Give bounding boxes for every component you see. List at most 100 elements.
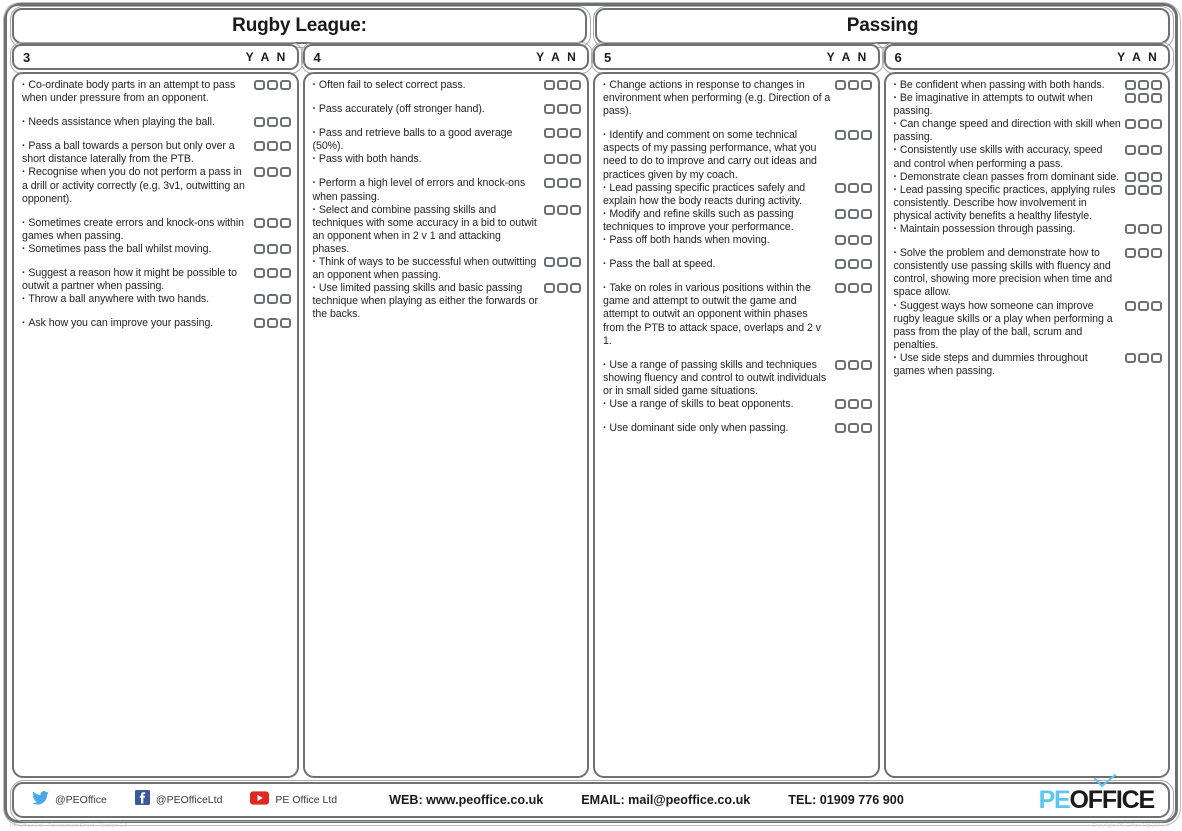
almost-checkbox[interactable] bbox=[847, 208, 859, 219]
yes-checkbox[interactable] bbox=[1125, 119, 1136, 130]
yes-checkbox[interactable] bbox=[834, 208, 846, 219]
no-checkbox[interactable] bbox=[570, 204, 581, 215]
yes-checkbox[interactable] bbox=[834, 130, 846, 141]
no-checkbox[interactable] bbox=[279, 80, 291, 90]
social-twitter[interactable]: @PEOffice bbox=[32, 790, 107, 810]
almost-checkbox[interactable] bbox=[266, 243, 278, 254]
almost-checkbox[interactable] bbox=[847, 359, 859, 370]
yes-checkbox[interactable] bbox=[834, 398, 846, 409]
no-checkbox[interactable] bbox=[860, 182, 872, 193]
no-checkbox[interactable] bbox=[860, 235, 872, 246]
almost-checkbox[interactable] bbox=[266, 217, 278, 228]
no-checkbox[interactable] bbox=[279, 294, 291, 305]
almost-checkbox[interactable] bbox=[557, 204, 568, 215]
almost-checkbox[interactable] bbox=[557, 154, 568, 165]
no-checkbox[interactable] bbox=[279, 318, 291, 329]
no-checkbox[interactable] bbox=[860, 283, 872, 294]
no-checkbox[interactable] bbox=[860, 398, 872, 409]
no-checkbox[interactable] bbox=[570, 104, 581, 115]
yes-checkbox[interactable] bbox=[834, 423, 846, 434]
no-checkbox[interactable] bbox=[860, 80, 872, 90]
no-checkbox[interactable] bbox=[570, 178, 581, 189]
almost-checkbox[interactable] bbox=[847, 182, 859, 193]
no-checkbox[interactable] bbox=[279, 167, 291, 178]
almost-checkbox[interactable] bbox=[847, 80, 859, 90]
yes-checkbox[interactable] bbox=[1125, 145, 1136, 156]
no-checkbox[interactable] bbox=[860, 259, 872, 270]
no-checkbox[interactable] bbox=[1151, 145, 1162, 156]
yes-checkbox[interactable] bbox=[834, 235, 846, 246]
no-checkbox[interactable] bbox=[1151, 80, 1162, 90]
yes-checkbox[interactable] bbox=[834, 283, 846, 294]
almost-checkbox[interactable] bbox=[847, 235, 859, 246]
yes-checkbox[interactable] bbox=[834, 80, 846, 90]
footer-web[interactable]: WEB: www.peoffice.co.uk bbox=[389, 793, 543, 807]
no-checkbox[interactable] bbox=[1151, 248, 1162, 259]
no-checkbox[interactable] bbox=[279, 268, 291, 279]
almost-checkbox[interactable] bbox=[266, 318, 278, 329]
no-checkbox[interactable] bbox=[279, 243, 291, 254]
almost-checkbox[interactable] bbox=[266, 117, 278, 128]
almost-checkbox[interactable] bbox=[847, 259, 859, 270]
no-checkbox[interactable] bbox=[1151, 184, 1162, 195]
yes-checkbox[interactable] bbox=[253, 243, 265, 254]
no-checkbox[interactable] bbox=[860, 423, 872, 434]
yes-checkbox[interactable] bbox=[253, 117, 265, 128]
no-checkbox[interactable] bbox=[1151, 300, 1162, 311]
yes-checkbox[interactable] bbox=[544, 178, 555, 189]
yes-checkbox[interactable] bbox=[834, 259, 846, 270]
almost-checkbox[interactable] bbox=[1138, 352, 1149, 363]
almost-checkbox[interactable] bbox=[847, 130, 859, 141]
yes-checkbox[interactable] bbox=[253, 268, 265, 279]
yes-checkbox[interactable] bbox=[1125, 352, 1136, 363]
almost-checkbox[interactable] bbox=[1138, 119, 1149, 130]
yes-checkbox[interactable] bbox=[1125, 224, 1136, 235]
yes-checkbox[interactable] bbox=[253, 167, 265, 178]
yes-checkbox[interactable] bbox=[1125, 80, 1136, 90]
no-checkbox[interactable] bbox=[1151, 171, 1162, 182]
almost-checkbox[interactable] bbox=[1138, 248, 1149, 259]
almost-checkbox[interactable] bbox=[266, 80, 278, 90]
yes-checkbox[interactable] bbox=[834, 182, 846, 193]
no-checkbox[interactable] bbox=[279, 117, 291, 128]
no-checkbox[interactable] bbox=[279, 217, 291, 228]
almost-checkbox[interactable] bbox=[266, 141, 278, 152]
almost-checkbox[interactable] bbox=[1138, 145, 1149, 156]
no-checkbox[interactable] bbox=[570, 283, 581, 294]
yes-checkbox[interactable] bbox=[834, 359, 846, 370]
yes-checkbox[interactable] bbox=[1125, 93, 1136, 104]
no-checkbox[interactable] bbox=[1151, 119, 1162, 130]
almost-checkbox[interactable] bbox=[557, 283, 568, 294]
no-checkbox[interactable] bbox=[570, 154, 581, 165]
yes-checkbox[interactable] bbox=[544, 283, 555, 294]
no-checkbox[interactable] bbox=[570, 128, 581, 139]
yes-checkbox[interactable] bbox=[544, 104, 555, 115]
yes-checkbox[interactable] bbox=[544, 154, 555, 165]
almost-checkbox[interactable] bbox=[1138, 224, 1149, 235]
almost-checkbox[interactable] bbox=[557, 128, 568, 139]
almost-checkbox[interactable] bbox=[847, 283, 859, 294]
no-checkbox[interactable] bbox=[570, 257, 581, 268]
almost-checkbox[interactable] bbox=[1138, 80, 1149, 90]
no-checkbox[interactable] bbox=[860, 208, 872, 219]
almost-checkbox[interactable] bbox=[1138, 300, 1149, 311]
almost-checkbox[interactable] bbox=[266, 294, 278, 305]
yes-checkbox[interactable] bbox=[1125, 184, 1136, 195]
almost-checkbox[interactable] bbox=[266, 167, 278, 178]
almost-checkbox[interactable] bbox=[266, 268, 278, 279]
yes-checkbox[interactable] bbox=[544, 257, 555, 268]
yes-checkbox[interactable] bbox=[253, 80, 265, 90]
yes-checkbox[interactable] bbox=[253, 217, 265, 228]
almost-checkbox[interactable] bbox=[847, 423, 859, 434]
yes-checkbox[interactable] bbox=[544, 204, 555, 215]
no-checkbox[interactable] bbox=[1151, 224, 1162, 235]
yes-checkbox[interactable] bbox=[1125, 300, 1136, 311]
footer-email[interactable]: EMAIL: mail@peoffice.co.uk bbox=[581, 793, 750, 807]
no-checkbox[interactable] bbox=[1151, 352, 1162, 363]
yes-checkbox[interactable] bbox=[253, 318, 265, 329]
yes-checkbox[interactable] bbox=[1125, 248, 1136, 259]
yes-checkbox[interactable] bbox=[253, 294, 265, 305]
no-checkbox[interactable] bbox=[279, 141, 291, 152]
social-youtube[interactable]: PE Office Ltd bbox=[250, 790, 337, 810]
yes-checkbox[interactable] bbox=[1125, 171, 1136, 182]
